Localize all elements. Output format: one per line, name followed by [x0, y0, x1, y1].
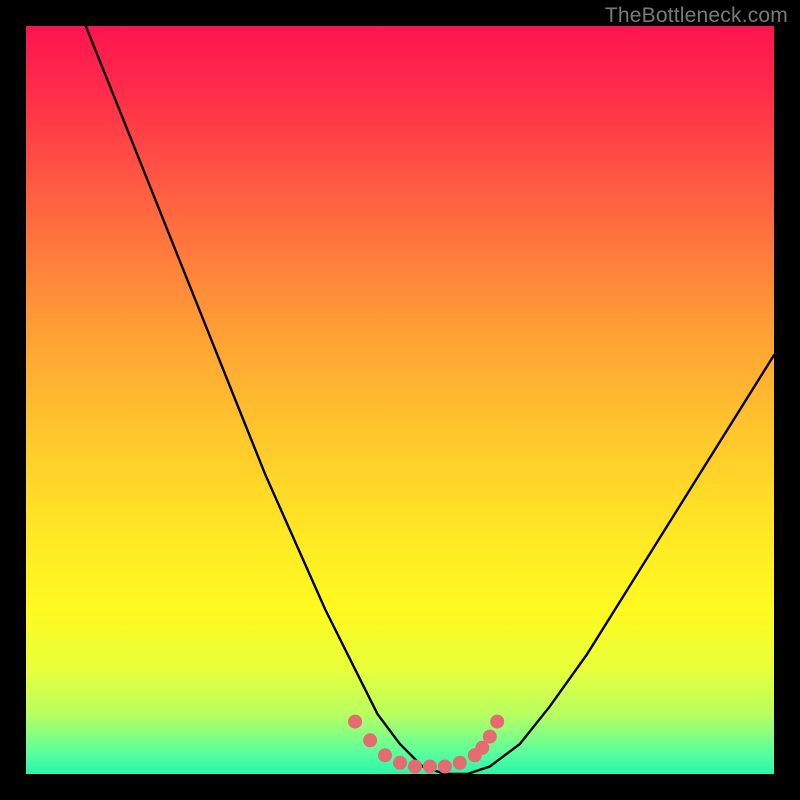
- highlight-marker: [423, 760, 437, 774]
- highlight-marker: [393, 756, 407, 770]
- watermark-text: TheBottleneck.com: [605, 4, 788, 28]
- bottleneck-curve-svg: [26, 26, 774, 774]
- highlight-marker: [363, 733, 377, 747]
- highlight-marker: [348, 715, 362, 729]
- highlight-marker: [438, 760, 452, 774]
- highlight-marker: [490, 715, 504, 729]
- highlight-markers: [348, 715, 504, 774]
- bottleneck-curve: [86, 26, 774, 774]
- highlight-marker: [483, 730, 497, 744]
- highlight-marker: [408, 760, 422, 774]
- highlight-marker: [453, 756, 467, 770]
- highlight-marker: [378, 748, 392, 762]
- chart-frame: TheBottleneck.com: [0, 0, 800, 800]
- plot-area: [26, 26, 774, 774]
